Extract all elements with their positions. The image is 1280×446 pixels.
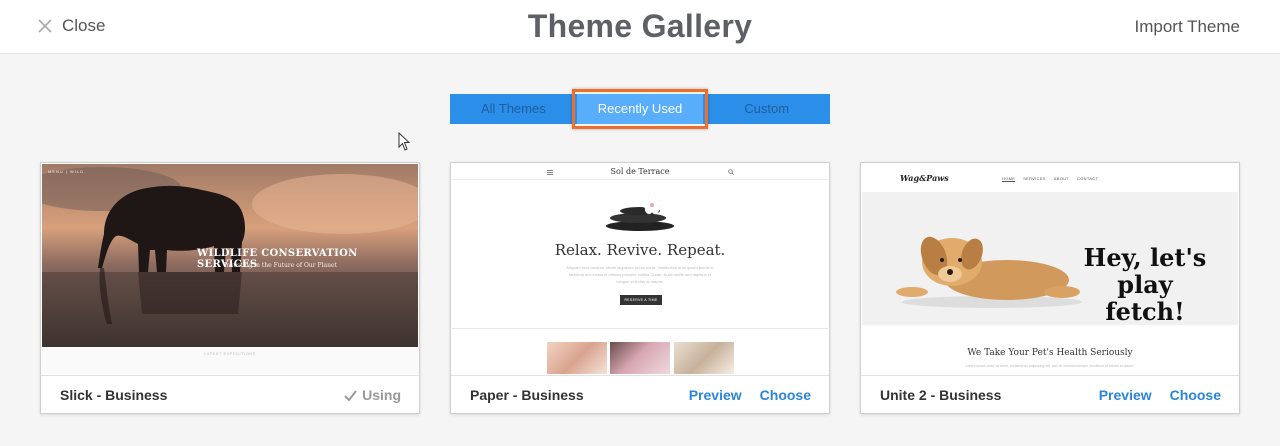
search-icon: [728, 169, 734, 175]
preview-footer-text: LATEST EXPEDITIONS: [204, 351, 256, 356]
tab-all-themes[interactable]: All Themes: [450, 94, 577, 124]
preview-menu-item: ABOUT: [1053, 176, 1070, 181]
top-bar: Close Theme Gallery Import Theme: [0, 0, 1280, 54]
puppy-image: [896, 236, 1082, 308]
preview-button[interactable]: Preview: [1099, 387, 1152, 403]
preview-button[interactable]: Preview: [689, 387, 742, 403]
using-label: Using: [362, 387, 401, 403]
card-footer: Paper - Business Preview Choose: [451, 375, 829, 413]
tab-custom[interactable]: Custom: [703, 94, 830, 124]
tab-bar: All Themes Recently Used Custom: [450, 89, 830, 129]
preview-headline: Hey, let's play fetch!: [1083, 243, 1207, 326]
import-theme-link[interactable]: Import Theme: [1134, 17, 1240, 37]
spa-stones-image: [606, 192, 674, 231]
preview-small-text: Lorem ipsum dolor sit amet, consectetur …: [965, 364, 1135, 368]
theme-name: Paper - Business: [470, 387, 584, 403]
preview-menu-item: CONTACT: [1077, 176, 1099, 181]
mouse-cursor-icon: [398, 132, 411, 151]
preview-subline: We Take Your Pet's Health Seriously: [967, 348, 1133, 358]
theme-thumbnail[interactable]: Sol de Terrace Relax. Revive. Repeat. Al…: [452, 164, 828, 374]
choose-button[interactable]: Choose: [1170, 387, 1221, 403]
theme-card-paper[interactable]: Sol de Terrace Relax. Revive. Repeat. Al…: [450, 162, 830, 414]
card-footer: Unite 2 - Business Preview Choose: [861, 375, 1239, 413]
spa-photo-1: [547, 342, 607, 374]
preview-nav: MENU | WILD: [48, 169, 85, 174]
theme-thumbnail[interactable]: Wag&Paws HOME SERVICES ABOUT CONTACT Hey…: [862, 164, 1238, 374]
preview-subline: Investing in the Future of Our Planet: [224, 262, 337, 269]
page-title: Theme Gallery: [527, 8, 753, 44]
preview-reserve-button: RESERVE A TIME: [620, 295, 662, 305]
preview-body-text: Aliquam erat volutpat. Morbi dignissim p…: [566, 265, 714, 284]
preview-nav: Sol de Terrace: [452, 164, 828, 180]
tab-recently-used[interactable]: Recently Used: [571, 89, 709, 129]
preview-menu: HOME SERVICES ABOUT CONTACT: [1002, 176, 1098, 181]
preview-tagline: Relax. Revive. Repeat.: [554, 241, 726, 259]
spa-photo-3: [674, 342, 734, 374]
theme-name: Unite 2 - Business: [880, 387, 1002, 403]
using-status: Using: [344, 387, 401, 403]
theme-card-slick[interactable]: MENU | WILD WILDLIFE CONSERVATION SERVIC…: [40, 162, 420, 414]
preview-hero: Hey, let's play fetch!: [862, 192, 1238, 325]
theme-thumbnail[interactable]: MENU | WILD WILDLIFE CONSERVATION SERVIC…: [42, 164, 418, 374]
preview-brand: Sol de Terrace: [610, 167, 670, 176]
spa-photo-2: [610, 342, 670, 374]
card-footer: Slick - Business Using: [41, 375, 419, 413]
choose-button[interactable]: Choose: [760, 387, 811, 403]
preview-menu-item: SERVICES: [1023, 176, 1046, 181]
preview-divider: [452, 328, 828, 329]
preview-brand: Wag&Paws: [900, 173, 949, 183]
theme-name: Slick - Business: [60, 387, 168, 403]
theme-card-unite-2[interactable]: Wag&Paws HOME SERVICES ABOUT CONTACT Hey…: [860, 162, 1240, 414]
check-icon: [344, 389, 357, 401]
preview-lower-section: LATEST EXPEDITIONS: [42, 347, 418, 374]
preview-nav: Wag&Paws HOME SERVICES ABOUT CONTACT: [862, 164, 1238, 192]
preview-menu-item: HOME: [1002, 176, 1016, 181]
